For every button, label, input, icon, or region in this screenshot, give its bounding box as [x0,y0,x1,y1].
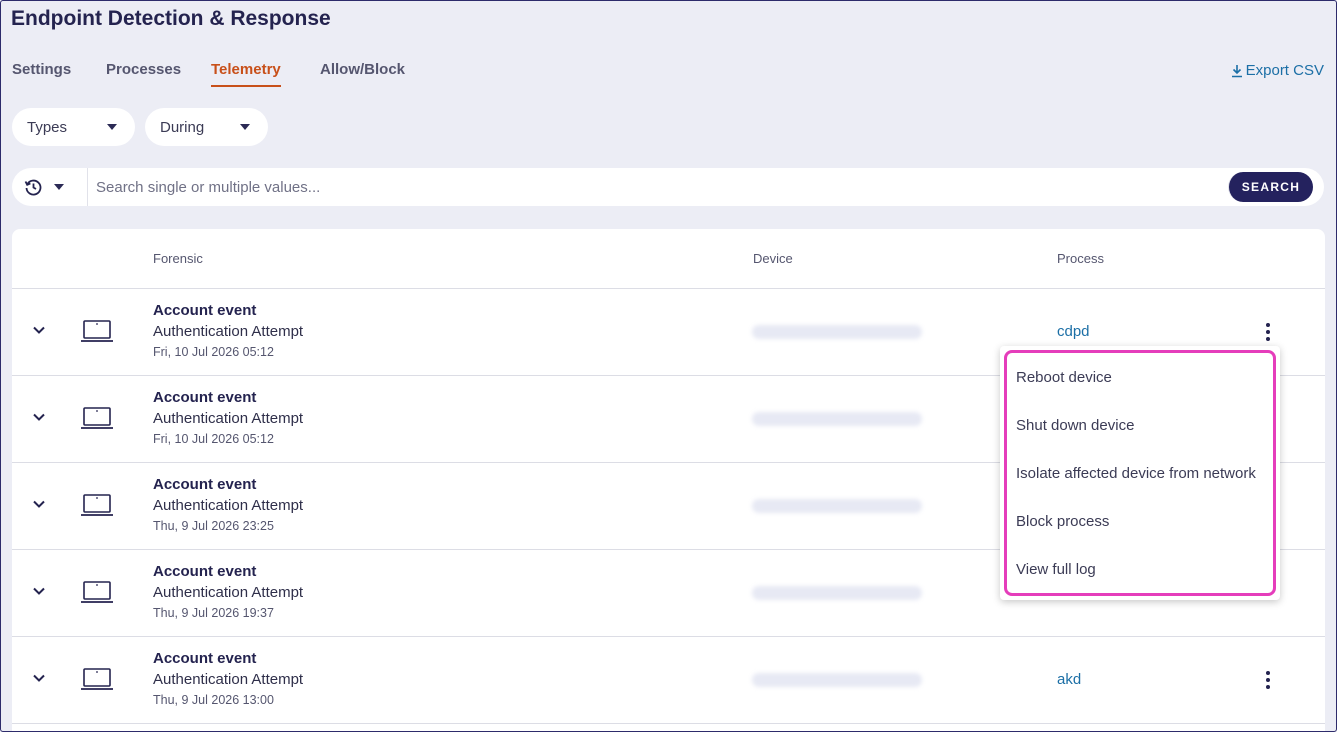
types-filter-label: Types [27,118,68,136]
event-timestamp: Thu, 9 Jul 2026 23:25 [153,519,274,533]
tab-telemetry[interactable]: Telemetry [211,61,281,87]
types-filter-dropdown[interactable]: Types [12,108,135,146]
menu-item-view-full-log[interactable]: View full log [1016,561,1096,578]
caret-down-icon [54,184,64,190]
device-name-redacted [752,673,922,687]
page-title: Endpoint Detection & Response [11,7,331,30]
caret-down-icon [240,124,250,130]
export-csv-button[interactable]: Export CSV [1231,62,1324,79]
history-icon [24,179,42,196]
laptop-icon [81,581,113,603]
during-filter-dropdown[interactable]: During [145,108,268,146]
event-subtitle: Authentication Attempt [153,671,304,688]
caret-down-icon [107,124,117,130]
event-timestamp: Fri, 10 Jul 2026 05:12 [153,432,274,446]
event-title: Account event [153,563,257,580]
chevron-down-icon[interactable] [32,323,46,337]
table-header: Forensic Device Process [12,229,1325,289]
tab-settings[interactable]: Settings [12,61,71,85]
menu-item-reboot-device[interactable]: Reboot device [1016,369,1112,386]
process-link[interactable]: akd [1057,671,1081,688]
event-timestamp: Thu, 9 Jul 2026 13:00 [153,693,274,707]
chevron-down-icon[interactable] [32,584,46,598]
row-actions-kebab-icon[interactable] [1260,669,1276,691]
laptop-icon [81,320,113,342]
chevron-down-icon[interactable] [32,497,46,511]
laptop-icon [81,668,113,690]
device-name-redacted [752,412,922,426]
search-history-dropdown[interactable] [12,168,88,206]
column-header-process[interactable]: Process [1057,251,1104,266]
search-button[interactable]: SEARCH [1228,172,1313,202]
search-bar: SEARCH [12,168,1324,206]
export-csv-label: Export CSV [1245,62,1324,79]
process-link[interactable]: cdpd [1057,323,1090,340]
event-timestamp: Fri, 10 Jul 2026 05:12 [153,345,274,359]
chevron-down-icon[interactable] [32,671,46,685]
app-window: Endpoint Detection & Response Settings P… [0,0,1337,732]
device-name-redacted [752,586,922,600]
tab-allow-block[interactable]: Allow/Block [320,61,405,85]
event-title: Account event [153,650,257,667]
event-title: Account event [153,476,257,493]
event-subtitle: Authentication Attempt [153,410,304,427]
event-subtitle: Authentication Attempt [153,323,304,340]
download-icon [1231,64,1242,77]
event-title: Account event [153,389,257,406]
during-filter-label: During [160,118,205,136]
event-title: Account event [153,302,257,319]
event-subtitle: Authentication Attempt [153,584,304,601]
menu-item-block-process[interactable]: Block process [1016,513,1109,530]
device-name-redacted [752,325,922,339]
menu-item-isolate-device[interactable]: Isolate affected device from network [1016,465,1256,482]
search-input[interactable] [88,169,1228,205]
laptop-icon [81,494,113,516]
row-actions-kebab-icon[interactable] [1260,321,1276,343]
laptop-icon [81,407,113,429]
menu-item-shut-down-device[interactable]: Shut down device [1016,417,1134,434]
column-header-device[interactable]: Device [753,251,793,266]
event-subtitle: Authentication Attempt [153,497,304,514]
row-actions-menu: Reboot device Shut down device Isolate a… [1000,346,1280,600]
table-row[interactable]: Account event Authentication Attempt Thu… [12,637,1325,724]
column-header-forensic[interactable]: Forensic [153,251,203,266]
tab-processes[interactable]: Processes [106,61,181,85]
device-name-redacted [752,499,922,513]
chevron-down-icon[interactable] [32,410,46,424]
event-timestamp: Thu, 9 Jul 2026 19:37 [153,606,274,620]
